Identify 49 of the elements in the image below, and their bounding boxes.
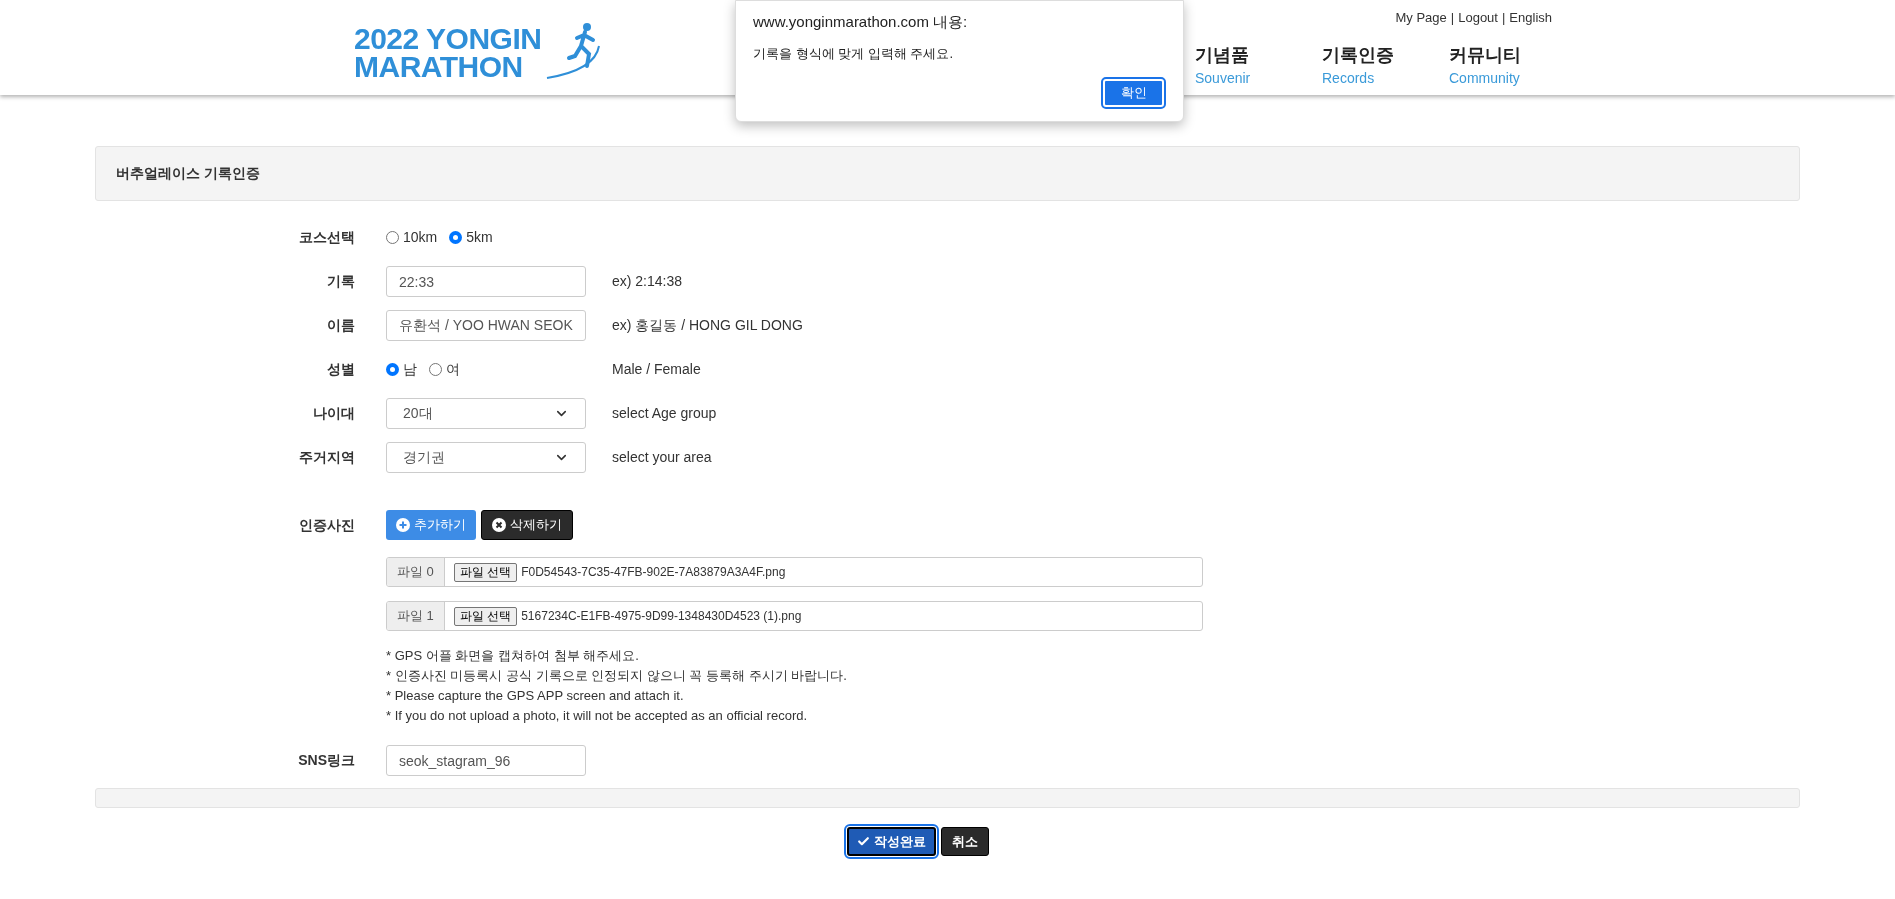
alert-message: 기록을 형식에 맞게 입력해 주세요.: [753, 44, 955, 63]
field-label: 성별: [326, 360, 355, 379]
hint-text: ex) 2:14:38: [612, 272, 683, 291]
field-label: 주거지역: [298, 448, 355, 467]
radio-label: 여: [446, 360, 460, 379]
text-field[interactable]: 22:33: [386, 266, 586, 297]
text-field[interactable]: 유환석 / YOO HWAN SEOK: [386, 310, 586, 341]
choose-file-button[interactable]: 파일 선택: [453, 606, 518, 626]
nav-item[interactable]: 기록인증 Records: [1322, 42, 1449, 89]
note-text: * 인증사진 미등록시 공식 기록으로 인정되지 않으니 꼭 등록해 주시기 바랍니다.: [386, 667, 848, 685]
file-tag: 파일 0: [387, 558, 445, 586]
radio-label: 5km: [466, 228, 493, 247]
alert-origin: www.yonginmarathon.com 내용:: [753, 12, 969, 32]
panel-title: 버추얼레이스 기록인증: [116, 164, 260, 183]
delete-button[interactable]: 삭제하기: [481, 510, 573, 540]
choose-file-button[interactable]: 파일 선택: [453, 562, 518, 582]
field-label: 코스선택: [298, 228, 355, 247]
select-dropdown[interactable]: 20대: [386, 398, 586, 429]
logo-text: 2022 YONGIN: [354, 25, 542, 53]
text-field[interactable]: seok_stagram_96: [386, 745, 586, 776]
hint-text: Male / Female: [612, 360, 701, 379]
top-link[interactable]: English: [1509, 8, 1552, 28]
hint-text: select your area: [612, 448, 712, 467]
note-text: * If you do not upload a photo, it will not be accepted as an official record.: [386, 707, 809, 725]
field-label: SNS링크: [297, 751, 355, 770]
submit-button[interactable]: 작성완료: [846, 827, 936, 856]
logo-text: MARATHON: [354, 53, 524, 81]
field-label: 기록: [326, 272, 355, 291]
nav-item[interactable]: 커뮤니티 Community: [1449, 42, 1542, 89]
field-label: 이름: [326, 316, 355, 335]
field-label: 나이대: [312, 404, 355, 423]
radio-label: 10km: [403, 228, 438, 247]
select-dropdown[interactable]: 경기권: [386, 442, 586, 473]
hint-text: ex) 홍길동 / HONG GIL DONG: [612, 316, 803, 335]
note-text: * Please capture the GPS APP screen and attach it.: [386, 687, 685, 705]
file-name: 5167234C-E1FB-4975-9D99-1348430D4523 (1).png: [521, 608, 802, 625]
cancel-button[interactable]: 취소: [940, 827, 989, 856]
nav-item[interactable]: 기념품 Souvenir: [1195, 42, 1322, 89]
link-separator: |: [1450, 9, 1455, 27]
field-label: 인증사진: [298, 516, 355, 535]
link-separator: |: [1501, 9, 1506, 27]
file-tag: 파일 1: [387, 602, 445, 630]
hint-text: select Age group: [612, 404, 717, 423]
top-link[interactable]: My Page: [1395, 8, 1447, 28]
ok-button[interactable]: 확인: [1101, 77, 1166, 109]
radio-label: 남: [403, 360, 417, 379]
note-text: * GPS 어플 화면을 캡쳐하여 첨부 해주세요.: [386, 647, 640, 665]
file-name: F0D54543-7C35-47FB-902E-7A83879A3A4F.png: [521, 564, 786, 581]
top-link[interactable]: Logout: [1458, 8, 1498, 28]
